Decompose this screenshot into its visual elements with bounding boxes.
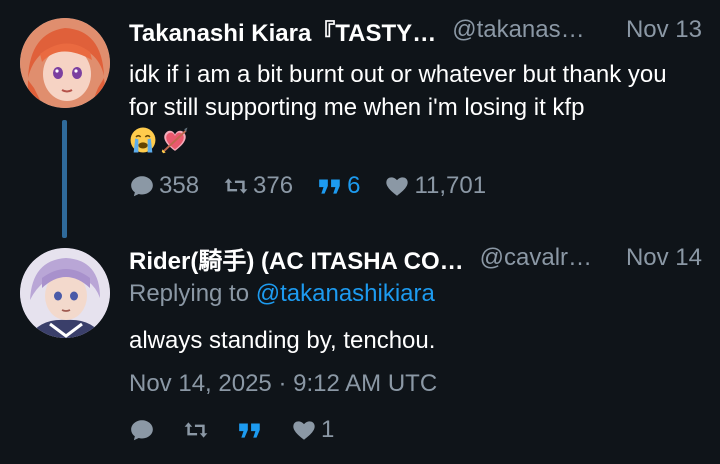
quote-button[interactable] (237, 417, 267, 443)
like-button[interactable]: 11,701 (384, 172, 486, 200)
like-button[interactable]: 1 (291, 416, 334, 444)
heart-icon (293, 421, 315, 440)
tweet-text: always standing by, tenchou. (129, 327, 436, 354)
retweet-button[interactable]: 376 (223, 172, 293, 200)
replying-to: Replying to @takanashikiara (129, 280, 435, 308)
avatar-rider-image (20, 248, 110, 338)
quote-icon (319, 179, 340, 194)
replying-to-handle-link[interactable]: @takanashikiara (256, 280, 435, 307)
avatar-kiara[interactable] (20, 18, 110, 108)
tweet-date[interactable]: Nov 13 (608, 16, 702, 44)
tweet-header: Rider(騎手) (AC ITASHA CO… @cavalr… Nov 14 (129, 241, 702, 276)
tweet-timestamp[interactable]: Nov 14, 2025 · 9:12 AM UTC (129, 370, 437, 398)
tweet-actions: 1 (129, 416, 358, 444)
username-handle[interactable]: @cavalr… (480, 244, 592, 272)
quote-icon (239, 423, 260, 438)
retweet-count: 376 (253, 172, 294, 199)
reply-button[interactable] (129, 417, 159, 443)
avatar-rider[interactable] (20, 248, 110, 338)
retweet-icon (184, 422, 208, 438)
speech-bubble-icon (131, 176, 153, 197)
avatar-kiara-image (20, 18, 110, 108)
reply-count: 358 (159, 172, 200, 199)
like-count: 11,701 (414, 172, 487, 199)
quote-count: 6 (347, 172, 361, 199)
reply-button[interactable]: 358 (129, 172, 199, 200)
tweet-header: Takanashi Kiara『TASTY… @takanas… Nov 13 (129, 13, 702, 48)
display-name[interactable]: Rider(騎手) (AC ITASHA CO… (129, 241, 464, 276)
replying-to-label: Replying to (129, 280, 250, 307)
thread-connector-line (62, 120, 67, 238)
retweet-button[interactable] (183, 417, 213, 443)
tweet-actions: 358 376 6 11,701 (129, 172, 510, 200)
speech-bubble-icon (131, 420, 153, 441)
tweet-emojis (129, 126, 189, 154)
loudly-crying-face-icon (130, 127, 156, 153)
quote-button[interactable]: 6 (317, 172, 360, 200)
display-name[interactable]: Takanashi Kiara『TASTY… (129, 13, 436, 48)
heart-with-arrow-icon (161, 127, 188, 154)
tweet-date[interactable]: Nov 14 (608, 244, 702, 272)
username-handle[interactable]: @takanas… (452, 16, 584, 44)
like-count: 1 (321, 416, 335, 443)
tweet-text: idk if i am a bit burnt out or whatever … (129, 61, 667, 121)
retweet-icon (224, 178, 248, 194)
heart-icon (386, 177, 409, 196)
